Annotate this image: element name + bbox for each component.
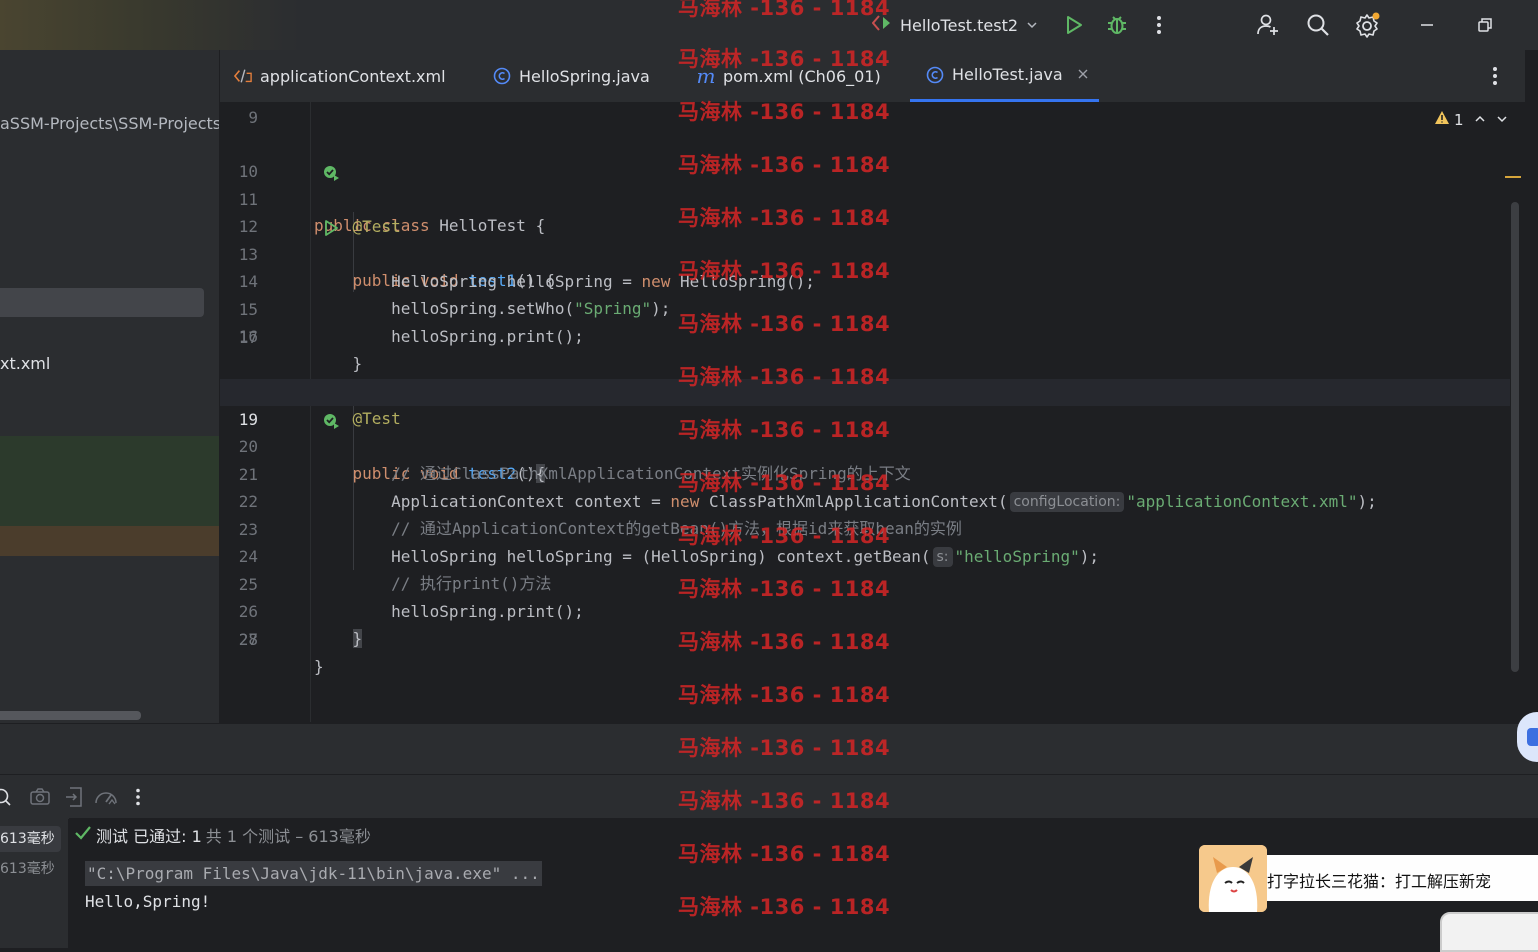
run-config-label: HelloTest.test2 (900, 15, 1019, 35)
watermark: 马海林 -136 - 1184 (678, 100, 891, 124)
tab-hellospring-java[interactable]: HelloSpring.java (493, 50, 650, 102)
tabs-more-icon[interactable] (1492, 66, 1498, 90)
project-search-field[interactable] (0, 288, 204, 317)
camera-icon[interactable] (30, 788, 50, 810)
tab-applicationcontext-xml[interactable]: applicationContext.xml (234, 50, 446, 102)
scrollbar-warning-marker[interactable] (1505, 176, 1521, 178)
tab-label: applicationContext.xml (260, 66, 446, 86)
run-icon[interactable] (1060, 11, 1088, 39)
project-highlight-green (0, 436, 219, 526)
test-detail-label: 共 1 个测试 – 613毫秒 (205, 827, 371, 846)
watermark: 马海林 -136 - 1184 (678, 471, 891, 495)
restore-window-icon[interactable] (1471, 11, 1499, 39)
chevron-down-icon[interactable] (1496, 111, 1508, 129)
minimize-icon[interactable] (1413, 11, 1441, 39)
project-horizontal-scrollbar[interactable] (0, 711, 141, 720)
tab-label: HelloSpring.java (519, 66, 650, 86)
chevron-down-icon (1026, 16, 1038, 35)
cat-avatar-icon (1199, 845, 1267, 912)
check-icon (74, 824, 92, 846)
tab-label: HelloTest.java (952, 65, 1063, 84)
watermark: 马海林 -136 - 1184 (678, 365, 891, 389)
watermark: 马海林 -136 - 1184 (678, 577, 891, 601)
java-class-icon (926, 66, 944, 84)
add-user-icon[interactable] (1254, 11, 1282, 39)
corner-widget[interactable] (1440, 912, 1538, 952)
watermark: 马海林 -136 - 1184 (678, 0, 891, 20)
test-tree-item[interactable]: 613毫秒 (0, 856, 61, 882)
test-passed-run-icon[interactable] (264, 136, 339, 181)
project-path[interactable]: aSSM-Projects\SSM-Projects\ (0, 114, 219, 133)
tab-hellotest-java[interactable]: HelloTest.java (910, 50, 1099, 102)
editor-vertical-scrollbar[interactable] (1511, 202, 1519, 672)
chevron-up-icon[interactable] (1474, 111, 1486, 129)
run-configuration-selector[interactable]: HelloTest.test2 (871, 12, 1038, 38)
project-file-item[interactable]: xt.xml (0, 354, 50, 373)
rerun-icon[interactable] (0, 787, 12, 811)
code-line: 27 } (238, 630, 324, 676)
watermark: 马海林 -136 - 1184 (678, 683, 891, 707)
project-highlight-orange (0, 526, 219, 556)
warning-count: 1 (1454, 110, 1464, 129)
more-vertical-icon[interactable] (1145, 11, 1173, 39)
close-tab-icon[interactable] (1077, 65, 1089, 84)
console-output: Hello,Spring! (85, 892, 211, 911)
test-tree-item[interactable]: 613毫秒 (0, 826, 61, 852)
watermark: 马海林 -136 - 1184 (678, 47, 891, 71)
test-status: 测试 已通过: 1 共 1 个测试 – 613毫秒 (74, 823, 371, 847)
test-passed-label: 测试 已通过: 1 (96, 827, 202, 846)
test-passed-run-icon[interactable] (264, 384, 339, 429)
run-test-icon[interactable] (264, 191, 338, 236)
watermark: 马海林 -136 - 1184 (678, 736, 891, 760)
search-icon[interactable] (1304, 11, 1332, 39)
watermark: 马海林 -136 - 1184 (678, 259, 891, 283)
watermark: 马海林 -136 - 1184 (678, 789, 891, 813)
watermark: 马海林 -136 - 1184 (678, 630, 891, 654)
ad-popup[interactable]: 打字拉长三花猫：打工解压新宠 (1199, 845, 1538, 912)
warning-icon (1434, 110, 1450, 129)
debug-icon[interactable] (1103, 11, 1131, 39)
ad-text: 打字拉长三花猫：打工解压新宠 (1267, 872, 1492, 891)
watermark: 马海林 -136 - 1184 (678, 312, 891, 336)
test-tree: 613毫秒 613毫秒 (0, 818, 68, 948)
coverage-gauge-icon[interactable] (94, 788, 118, 810)
inspection-widget[interactable]: 1 (1434, 110, 1508, 129)
watermark: 马海林 -136 - 1184 (678, 524, 891, 548)
watermark: 马海林 -136 - 1184 (678, 895, 891, 919)
more-vertical-icon[interactable] (135, 788, 141, 810)
console-command-line[interactable]: "C:\Program Files\Java\jdk-11\bin\java.e… (85, 861, 542, 886)
watermark: 马海林 -136 - 1184 (678, 842, 891, 866)
xml-file-icon (234, 67, 252, 85)
project-panel: aSSM-Projects\SSM-Projects\ xt.xml (0, 50, 220, 723)
watermark: 马海林 -136 - 1184 (678, 206, 891, 230)
watermark: 马海林 -136 - 1184 (678, 153, 891, 177)
watermark: 马海林 -136 - 1184 (678, 418, 891, 442)
import-tests-icon[interactable] (65, 787, 83, 811)
settings-gear-icon[interactable] (1354, 11, 1382, 39)
java-class-icon (493, 67, 511, 85)
title-bar-gradient (0, 0, 300, 50)
